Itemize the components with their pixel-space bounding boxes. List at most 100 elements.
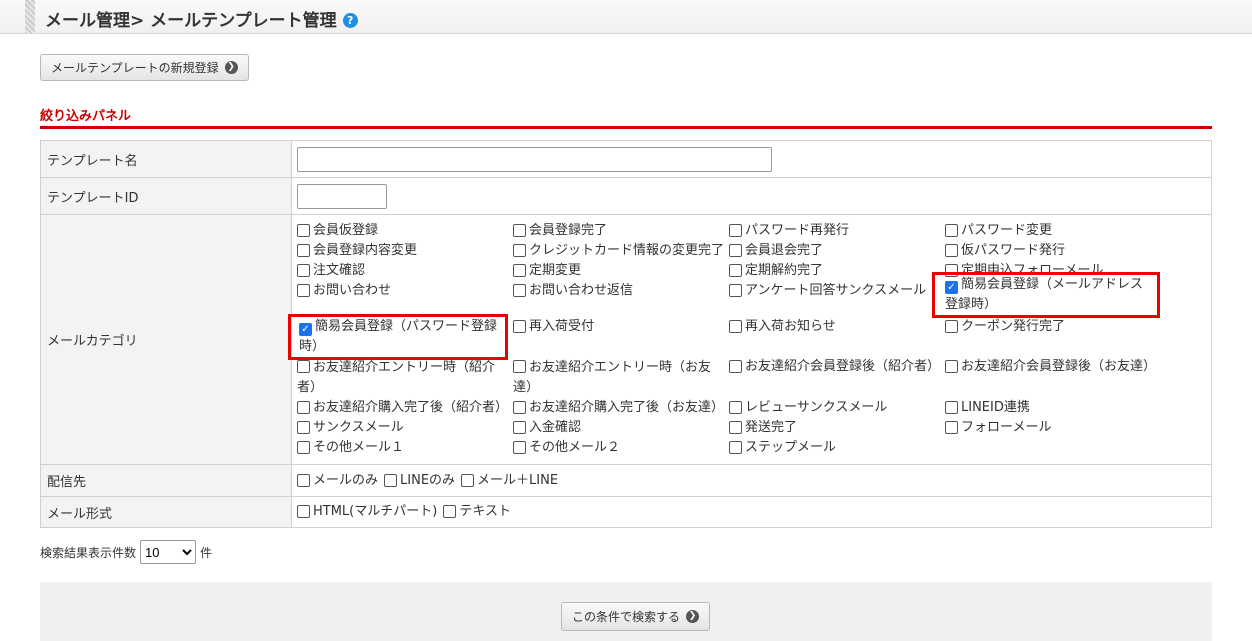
checkbox-label: 会員登録内容変更 (313, 243, 418, 258)
checkbox-label: 会員退会完了 (745, 243, 824, 258)
checkbox-option[interactable]: 注文確認 (297, 261, 513, 281)
checkbox-option[interactable]: 会員登録完了 (513, 221, 729, 241)
checkbox-icon[interactable] (729, 421, 742, 434)
checkbox-icon[interactable] (297, 264, 310, 277)
checkbox-icon[interactable] (297, 505, 310, 518)
checkbox-option[interactable]: 会員退会完了 (729, 241, 945, 261)
category-label: メールカテゴリ (40, 214, 292, 465)
checkbox-option[interactable]: 仮パスワード発行 (945, 241, 1165, 261)
checkbox-icon[interactable] (297, 244, 310, 257)
destination-checkboxes: メールのみ LINEのみ メール＋LINE (297, 471, 1206, 491)
checkbox-icon[interactable] (729, 224, 742, 237)
checkbox-label: クーポン発行完了 (961, 319, 1066, 334)
format-checkboxes: HTML(マルチパート) テキスト (297, 502, 1206, 522)
checkbox-option[interactable]: 再入荷お知らせ (729, 317, 945, 357)
checkbox-option[interactable]: ✓ 簡易会員登録（メールアドレス登録時） (932, 272, 1160, 318)
help-icon[interactable]: ? (342, 13, 358, 28)
checkbox-option[interactable]: その他メール２ (513, 438, 729, 458)
checkbox-icon[interactable] (945, 224, 958, 237)
checkbox-icon[interactable] (513, 264, 526, 277)
checkbox-icon[interactable] (384, 473, 398, 487)
checkbox-icon[interactable] (729, 264, 742, 277)
checkbox-label: アンケート回答サンクスメール (745, 283, 927, 298)
checkbox-option[interactable]: メール＋LINE (461, 471, 558, 491)
checkbox-icon[interactable] (513, 224, 526, 237)
checkbox-option[interactable]: アンケート回答サンクスメール (729, 281, 945, 317)
checkbox-option[interactable]: HTML(マルチパート) (297, 502, 437, 522)
checkbox-option[interactable]: 定期変更 (513, 261, 729, 281)
checkbox-option[interactable]: レビューサンクスメール (729, 398, 945, 418)
checkbox-option[interactable]: LINEID連携 (945, 398, 1165, 418)
checkbox-option[interactable]: ✓ 簡易会員登録（パスワード登録時） (288, 314, 508, 360)
checkbox-option[interactable]: フォローメール (945, 418, 1165, 438)
checkbox-option[interactable]: お友達紹介購入完了後（紹介者） (297, 398, 513, 418)
template-id-input[interactable] (297, 183, 387, 209)
checkbox-label: 簡易会員登録（パスワード登録時） (299, 319, 498, 354)
checkbox-icon[interactable] (945, 320, 958, 333)
checkbox-option[interactable]: 定期解約完了 (729, 261, 945, 281)
checkbox-icon[interactable] (729, 441, 742, 454)
checkbox-option[interactable]: お友達紹介会員登録後（紹介者） (729, 357, 945, 398)
checkbox-option[interactable]: ステップメール (729, 438, 945, 458)
checkbox-icon[interactable] (461, 473, 475, 487)
checkbox-icon[interactable] (297, 401, 310, 414)
checkbox-icon[interactable] (513, 244, 526, 257)
checkbox-icon[interactable] (513, 320, 526, 333)
checkbox-option[interactable]: クーポン発行完了 (945, 317, 1165, 357)
checkbox-icon[interactable] (443, 505, 457, 518)
checkbox-icon[interactable] (513, 360, 526, 373)
template-id-label: テンプレートID (40, 177, 292, 215)
checkbox-option[interactable]: クレジットカード情報の変更完了 (513, 241, 729, 261)
checkbox-icon[interactable] (297, 224, 310, 237)
page-title: メール管理> メールテンプレート管理? (45, 6, 358, 31)
checkbox-option[interactable]: 会員仮登録 (297, 221, 513, 241)
checkbox-icon[interactable] (513, 441, 526, 454)
checkbox-label: 会員仮登録 (313, 223, 379, 238)
checkbox-label: クレジットカード情報の変更完了 (529, 243, 725, 258)
checkbox-icon[interactable] (513, 421, 526, 434)
checkbox-option[interactable]: お友達紹介購入完了後（お友達） (513, 398, 729, 418)
checkbox-option[interactable]: パスワード再発行 (729, 221, 945, 241)
checkbox-option[interactable]: お友達紹介エントリー時（紹介者） (297, 357, 513, 398)
checkbox-icon[interactable] (729, 401, 742, 414)
search-button[interactable]: この条件で検索する ❯ (561, 602, 711, 631)
checkbox-label: 再入荷お知らせ (745, 319, 836, 334)
checkbox-option[interactable]: お問い合わせ (297, 281, 513, 317)
checkbox-option[interactable]: テキスト (443, 502, 511, 522)
checkbox-option[interactable]: 再入荷受付 (513, 317, 729, 357)
checkbox-icon[interactable] (729, 284, 742, 297)
checkbox-checked-icon[interactable]: ✓ (945, 281, 958, 294)
checkbox-icon[interactable] (729, 360, 742, 373)
checkbox-icon[interactable] (729, 244, 742, 257)
checkbox-icon[interactable] (513, 401, 526, 414)
checkbox-option[interactable]: LINEのみ (384, 471, 455, 491)
checkbox-icon[interactable] (297, 441, 310, 454)
checkbox-option[interactable]: お友達紹介エントリー時（お友達） (513, 357, 729, 398)
checkbox-icon[interactable] (297, 421, 310, 434)
checkbox-option[interactable]: お友達紹介会員登録後（お友達） (945, 357, 1165, 398)
checkbox-icon[interactable] (945, 401, 958, 414)
checkbox-option[interactable]: 会員登録内容変更 (297, 241, 513, 261)
checkbox-option[interactable]: メールのみ (297, 471, 378, 491)
checkbox-icon[interactable] (297, 284, 310, 297)
checkbox-icon[interactable] (945, 244, 958, 257)
checkbox-icon[interactable] (513, 284, 526, 297)
checkbox-label: メール＋LINE (477, 472, 559, 488)
checkbox-icon[interactable] (945, 360, 958, 373)
results-count-select[interactable]: 10 (140, 540, 197, 564)
new-template-button[interactable]: メールテンプレートの新規登録 ❯ (40, 54, 249, 81)
checkbox-option[interactable]: 発送完了 (729, 418, 945, 438)
checkbox-icon[interactable] (729, 320, 742, 333)
checkbox-option[interactable]: パスワード変更 (945, 221, 1165, 241)
checkbox-icon[interactable] (945, 421, 958, 434)
checkbox-option[interactable]: サンクスメール (297, 418, 513, 438)
checkbox-icon[interactable] (297, 360, 310, 373)
checkbox-icon[interactable] (297, 473, 310, 487)
checkbox-option[interactable]: その他メール１ (297, 438, 513, 458)
results-count-label: 検索結果表示件数 (40, 545, 137, 560)
checkbox-label: お友達紹介購入完了後（お友達） (529, 400, 725, 415)
template-name-input[interactable] (297, 146, 772, 172)
checkbox-option[interactable]: 入金確認 (513, 418, 729, 438)
checkbox-option[interactable]: お問い合わせ返信 (513, 281, 729, 317)
checkbox-checked-icon[interactable]: ✓ (299, 323, 312, 336)
